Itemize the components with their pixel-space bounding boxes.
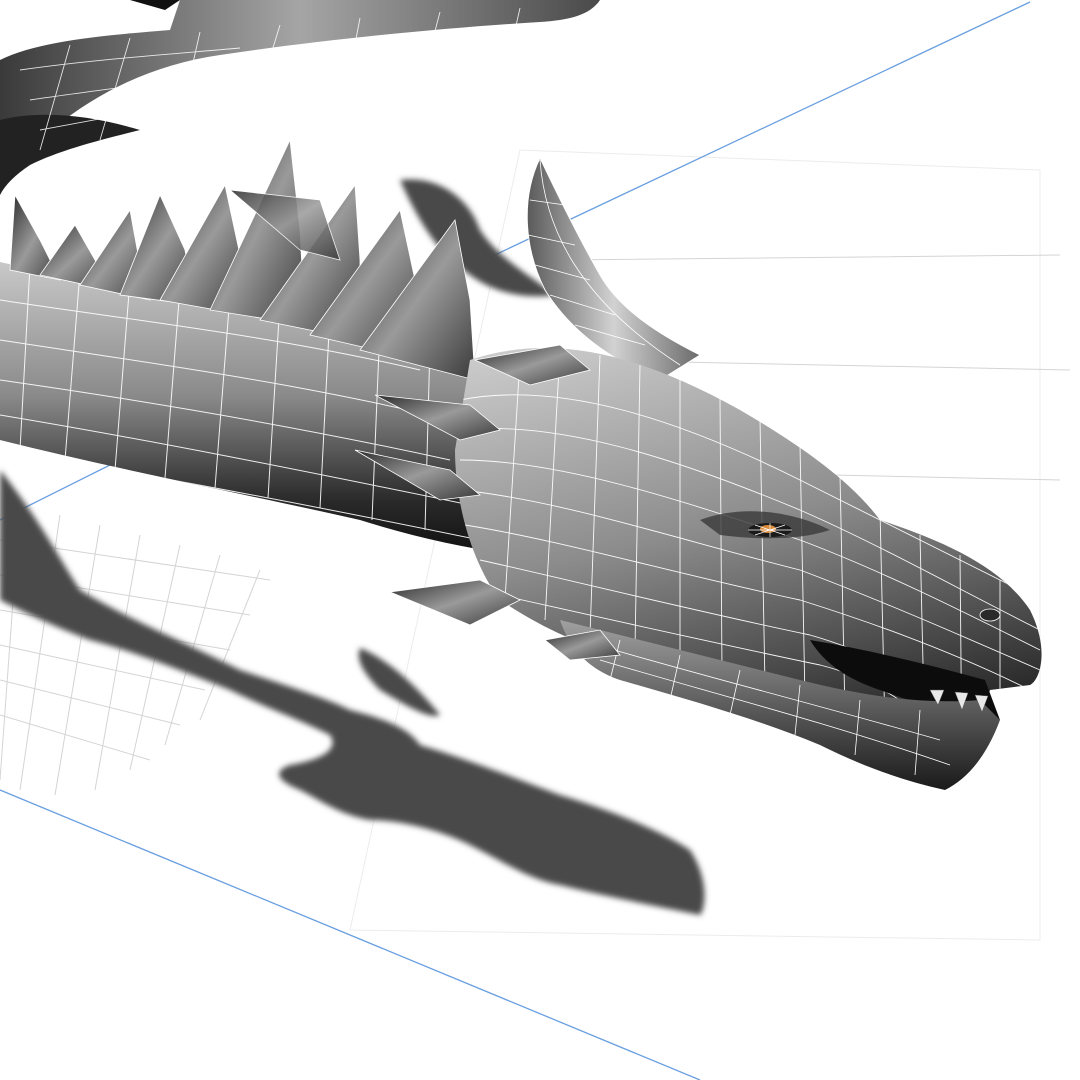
wing-membrane [0, 0, 600, 195]
dragon-nostril [979, 608, 1001, 622]
dragon-eye [748, 523, 792, 537]
viewport-scene[interactable] [0, 0, 1080, 1080]
3d-viewport[interactable] [0, 0, 1080, 1080]
